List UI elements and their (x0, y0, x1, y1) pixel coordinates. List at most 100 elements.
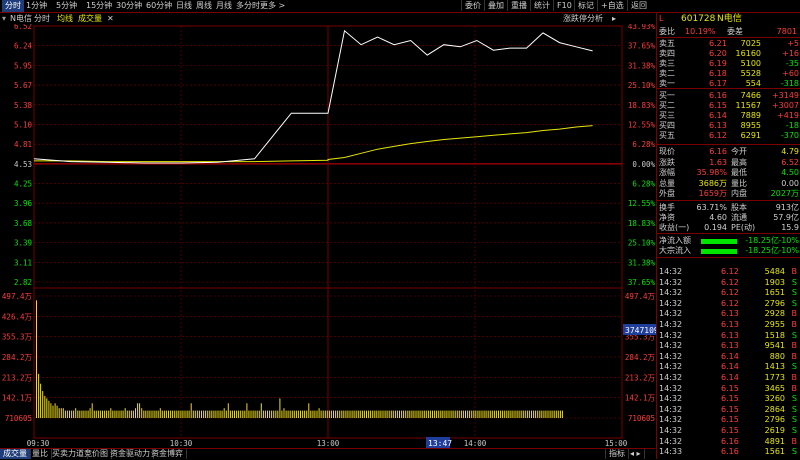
back-button[interactable]: 返回 (627, 0, 650, 11)
tick-row: 14:32 6.12 1903 S (657, 278, 800, 288)
tick-price: 6.13 (721, 341, 739, 351)
f10-button[interactable]: F10 (553, 0, 575, 11)
volume-bar (170, 410, 172, 418)
fundamental-row: 收益(一) 0.194 PE(动) 15.9 (657, 223, 800, 233)
stat-row: 总量 3686万 量比 0.00 (657, 179, 800, 189)
close-icon[interactable]: ✕ (107, 13, 114, 24)
tab-15min[interactable]: 15分钟 (86, 0, 112, 12)
add-watchlist-button[interactable]: +自选 (597, 0, 627, 11)
volume-bar (180, 410, 182, 418)
mark-button[interactable]: 标记 (574, 0, 597, 11)
tab-daily[interactable]: 日线 (176, 0, 192, 12)
volume-bar (279, 398, 281, 418)
tick-time: 14:32 (659, 394, 683, 404)
tick-time: 14:32 (659, 320, 683, 329)
volume-bar (145, 410, 147, 418)
volume-bar (479, 410, 481, 418)
volume-bar (561, 410, 563, 418)
level-change: +16 (782, 49, 799, 58)
stat-value: 913亿 (775, 203, 799, 212)
volume-bar (108, 410, 110, 418)
sub-tab-volume[interactable]: 成交量 (78, 13, 102, 24)
level-price: 6.19 (709, 59, 727, 68)
volume-bar (425, 410, 427, 418)
volume-bar (300, 410, 301, 418)
tick-row: 14:32 6.13 2955 B (657, 320, 800, 330)
tab-capital-game[interactable]: 资金博弈 (148, 449, 187, 459)
volume-bar (130, 410, 132, 418)
more-menu[interactable]: 更多 > (260, 0, 285, 12)
sub-tab-fenshi[interactable]: 分时 (34, 13, 50, 24)
volume-bar (36, 300, 37, 418)
tab-multi-fenshi[interactable]: 多分时 (236, 0, 260, 12)
buy-level-row: 买一 6.16 7466 +3149 (657, 91, 800, 101)
indicator-menu[interactable]: 指标 (605, 449, 629, 459)
stat-row: 现价 6.16 今开 4.79 (657, 147, 800, 157)
level-price: 6.16 (709, 91, 727, 100)
tick-time: 14:32 (659, 341, 683, 351)
tick-row: 14:32 6.14 880 B (657, 352, 800, 362)
volume-bar (442, 410, 444, 418)
tab-1min[interactable]: 1分钟 (26, 0, 47, 12)
volume-tick-label-right: 142.1万 (625, 394, 656, 403)
stat-label: PE(动) (731, 223, 756, 232)
volume-bar (337, 410, 339, 418)
tab-5min[interactable]: 5分钟 (56, 0, 77, 12)
scroll-arrows-icon[interactable]: ◂ ▸ (627, 449, 645, 459)
volume-bar (153, 410, 155, 418)
overlay-button[interactable]: 叠加 (484, 0, 507, 11)
level-volume: 6291 (740, 131, 761, 140)
tab-60min[interactable]: 60分钟 (146, 0, 172, 12)
tab-monthly[interactable]: 月线 (216, 0, 232, 12)
stat-value: 0.00 (781, 178, 799, 188)
stat-value: 1659万 (698, 189, 727, 198)
volume-bar (258, 410, 260, 418)
intraday-chart[interactable]: 6.52 6.24 5.95 5.67 5.38 5.10 4.81 4.53 4.25 3.96… (0, 24, 656, 448)
volume-bar (201, 410, 202, 418)
volume-bar (297, 410, 299, 418)
stat-value: 4.79 (781, 147, 799, 156)
limit-analysis-link[interactable]: 涨跌停分析 (563, 13, 603, 24)
stats-button[interactable]: 统计 (530, 0, 553, 11)
volume-bar (38, 373, 40, 418)
volume-bar (376, 410, 378, 418)
level-price: 6.12 (709, 131, 727, 140)
stat-value: 15.9 (781, 223, 799, 232)
collapse-arrow-icon[interactable]: ▸ (612, 13, 616, 24)
volume-bar (378, 410, 380, 418)
volume-bar (60, 408, 62, 418)
tab-fenshi[interactable]: 分时 (2, 0, 24, 12)
tick-volume: 4891 (764, 436, 785, 446)
volume-bar (106, 410, 108, 418)
menu-icon[interactable]: ▾ (2, 13, 6, 24)
volume-bar (512, 410, 514, 418)
price-tick-label: 6.52 (14, 24, 32, 31)
volume-bar (93, 410, 95, 418)
pct-tick-label: 25.10% (628, 239, 656, 248)
pct-tick-label: 25.10% (628, 81, 656, 90)
weijia-button[interactable]: 委价 (461, 0, 484, 11)
tab-capital-drive[interactable]: 资金驱动力 (107, 449, 154, 459)
price-tick-label: 3.68 (14, 219, 33, 228)
volume-bar (508, 410, 510, 418)
level-icon: L (659, 14, 664, 23)
tick-price: 6.12 (721, 277, 739, 287)
stat-label: 收益(一) (659, 223, 690, 232)
volume-bar (460, 410, 462, 418)
volume-bar (491, 410, 493, 418)
volume-bar (225, 410, 227, 418)
price-tick-label: 3.39 (14, 239, 32, 248)
quote-panel: L 601728 N电信 委比 10.19% 委差 7801 卖五 6.21 702… (656, 13, 800, 459)
volume-bar (347, 410, 349, 418)
volume-bar (213, 410, 215, 418)
tab-volume[interactable]: 成交量 (0, 449, 31, 459)
volume-bar (355, 410, 357, 418)
tick-volume: 2796 (764, 415, 785, 425)
tab-30min[interactable]: 30分钟 (116, 0, 142, 12)
sub-tab-avg[interactable]: 均线 (57, 13, 73, 24)
replay-button[interactable]: 重播 (507, 0, 530, 11)
tick-direction: S (791, 298, 797, 308)
tab-weekly[interactable]: 周线 (196, 0, 212, 12)
level-volume: 11567 (735, 101, 761, 110)
volume-bar (510, 410, 512, 418)
